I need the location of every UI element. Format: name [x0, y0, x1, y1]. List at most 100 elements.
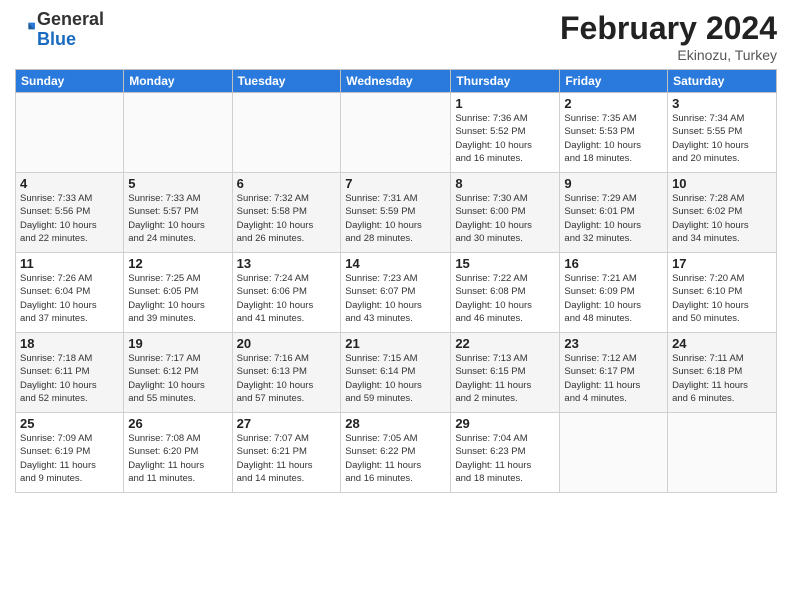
day-number: 12 [128, 256, 227, 271]
calendar-cell: 22Sunrise: 7:13 AMSunset: 6:15 PMDayligh… [451, 333, 560, 413]
weekday-header-friday: Friday [560, 70, 668, 93]
day-number: 21 [345, 336, 446, 351]
day-number: 2 [564, 96, 663, 111]
day-number: 13 [237, 256, 337, 271]
day-info: Sunrise: 7:32 AMSunset: 5:58 PMDaylight:… [237, 192, 337, 245]
day-number: 24 [672, 336, 772, 351]
week-row-1: 1Sunrise: 7:36 AMSunset: 5:52 PMDaylight… [16, 93, 777, 173]
day-info: Sunrise: 7:22 AMSunset: 6:08 PMDaylight:… [455, 272, 555, 325]
calendar-cell: 5Sunrise: 7:33 AMSunset: 5:57 PMDaylight… [124, 173, 232, 253]
day-info: Sunrise: 7:15 AMSunset: 6:14 PMDaylight:… [345, 352, 446, 405]
calendar-cell: 8Sunrise: 7:30 AMSunset: 6:00 PMDaylight… [451, 173, 560, 253]
calendar-cell: 21Sunrise: 7:15 AMSunset: 6:14 PMDayligh… [341, 333, 451, 413]
day-info: Sunrise: 7:20 AMSunset: 6:10 PMDaylight:… [672, 272, 772, 325]
week-row-5: 25Sunrise: 7:09 AMSunset: 6:19 PMDayligh… [16, 413, 777, 493]
calendar-cell: 9Sunrise: 7:29 AMSunset: 6:01 PMDaylight… [560, 173, 668, 253]
weekday-header-monday: Monday [124, 70, 232, 93]
calendar-cell: 29Sunrise: 7:04 AMSunset: 6:23 PMDayligh… [451, 413, 560, 493]
logo-general: General [37, 9, 104, 29]
day-number: 27 [237, 416, 337, 431]
calendar-cell: 2Sunrise: 7:35 AMSunset: 5:53 PMDaylight… [560, 93, 668, 173]
calendar-cell [668, 413, 777, 493]
day-number: 25 [20, 416, 119, 431]
calendar-cell: 17Sunrise: 7:20 AMSunset: 6:10 PMDayligh… [668, 253, 777, 333]
calendar-cell: 25Sunrise: 7:09 AMSunset: 6:19 PMDayligh… [16, 413, 124, 493]
calendar-cell: 20Sunrise: 7:16 AMSunset: 6:13 PMDayligh… [232, 333, 341, 413]
day-info: Sunrise: 7:09 AMSunset: 6:19 PMDaylight:… [20, 432, 119, 485]
day-info: Sunrise: 7:17 AMSunset: 6:12 PMDaylight:… [128, 352, 227, 405]
day-number: 28 [345, 416, 446, 431]
week-row-4: 18Sunrise: 7:18 AMSunset: 6:11 PMDayligh… [16, 333, 777, 413]
weekday-header-row: SundayMondayTuesdayWednesdayThursdayFrid… [16, 70, 777, 93]
day-number: 4 [20, 176, 119, 191]
calendar-cell: 27Sunrise: 7:07 AMSunset: 6:21 PMDayligh… [232, 413, 341, 493]
day-number: 14 [345, 256, 446, 271]
day-info: Sunrise: 7:31 AMSunset: 5:59 PMDaylight:… [345, 192, 446, 245]
day-info: Sunrise: 7:07 AMSunset: 6:21 PMDaylight:… [237, 432, 337, 485]
day-number: 1 [455, 96, 555, 111]
logo-icon [15, 20, 35, 40]
day-number: 20 [237, 336, 337, 351]
day-info: Sunrise: 7:26 AMSunset: 6:04 PMDaylight:… [20, 272, 119, 325]
calendar-cell: 1Sunrise: 7:36 AMSunset: 5:52 PMDaylight… [451, 93, 560, 173]
weekday-header-thursday: Thursday [451, 70, 560, 93]
day-number: 9 [564, 176, 663, 191]
month-title: February 2024 [560, 10, 777, 47]
day-info: Sunrise: 7:24 AMSunset: 6:06 PMDaylight:… [237, 272, 337, 325]
day-info: Sunrise: 7:23 AMSunset: 6:07 PMDaylight:… [345, 272, 446, 325]
day-number: 22 [455, 336, 555, 351]
calendar-cell: 12Sunrise: 7:25 AMSunset: 6:05 PMDayligh… [124, 253, 232, 333]
calendar-table: SundayMondayTuesdayWednesdayThursdayFrid… [15, 69, 777, 493]
calendar-cell: 15Sunrise: 7:22 AMSunset: 6:08 PMDayligh… [451, 253, 560, 333]
day-number: 8 [455, 176, 555, 191]
day-info: Sunrise: 7:13 AMSunset: 6:15 PMDaylight:… [455, 352, 555, 405]
calendar-cell: 28Sunrise: 7:05 AMSunset: 6:22 PMDayligh… [341, 413, 451, 493]
day-number: 7 [345, 176, 446, 191]
calendar-cell: 24Sunrise: 7:11 AMSunset: 6:18 PMDayligh… [668, 333, 777, 413]
calendar-cell: 3Sunrise: 7:34 AMSunset: 5:55 PMDaylight… [668, 93, 777, 173]
week-row-3: 11Sunrise: 7:26 AMSunset: 6:04 PMDayligh… [16, 253, 777, 333]
page: General Blue February 2024 Ekinozu, Turk… [0, 0, 792, 503]
weekday-header-saturday: Saturday [668, 70, 777, 93]
day-number: 18 [20, 336, 119, 351]
day-number: 11 [20, 256, 119, 271]
day-info: Sunrise: 7:11 AMSunset: 6:18 PMDaylight:… [672, 352, 772, 405]
calendar-cell: 26Sunrise: 7:08 AMSunset: 6:20 PMDayligh… [124, 413, 232, 493]
day-number: 23 [564, 336, 663, 351]
day-info: Sunrise: 7:33 AMSunset: 5:56 PMDaylight:… [20, 192, 119, 245]
calendar-cell [560, 413, 668, 493]
calendar-cell: 23Sunrise: 7:12 AMSunset: 6:17 PMDayligh… [560, 333, 668, 413]
day-number: 6 [237, 176, 337, 191]
day-info: Sunrise: 7:21 AMSunset: 6:09 PMDaylight:… [564, 272, 663, 325]
calendar-cell: 11Sunrise: 7:26 AMSunset: 6:04 PMDayligh… [16, 253, 124, 333]
calendar-cell: 6Sunrise: 7:32 AMSunset: 5:58 PMDaylight… [232, 173, 341, 253]
day-number: 16 [564, 256, 663, 271]
calendar-cell: 14Sunrise: 7:23 AMSunset: 6:07 PMDayligh… [341, 253, 451, 333]
header: General Blue February 2024 Ekinozu, Turk… [15, 10, 777, 63]
weekday-header-sunday: Sunday [16, 70, 124, 93]
calendar-cell: 4Sunrise: 7:33 AMSunset: 5:56 PMDaylight… [16, 173, 124, 253]
day-info: Sunrise: 7:12 AMSunset: 6:17 PMDaylight:… [564, 352, 663, 405]
weekday-header-tuesday: Tuesday [232, 70, 341, 93]
day-info: Sunrise: 7:36 AMSunset: 5:52 PMDaylight:… [455, 112, 555, 165]
day-info: Sunrise: 7:18 AMSunset: 6:11 PMDaylight:… [20, 352, 119, 405]
subtitle: Ekinozu, Turkey [560, 47, 777, 63]
logo: General Blue [15, 10, 104, 50]
day-info: Sunrise: 7:33 AMSunset: 5:57 PMDaylight:… [128, 192, 227, 245]
day-info: Sunrise: 7:29 AMSunset: 6:01 PMDaylight:… [564, 192, 663, 245]
day-info: Sunrise: 7:30 AMSunset: 6:00 PMDaylight:… [455, 192, 555, 245]
logo-blue: Blue [37, 29, 76, 49]
day-info: Sunrise: 7:35 AMSunset: 5:53 PMDaylight:… [564, 112, 663, 165]
day-info: Sunrise: 7:34 AMSunset: 5:55 PMDaylight:… [672, 112, 772, 165]
day-number: 5 [128, 176, 227, 191]
day-number: 19 [128, 336, 227, 351]
calendar-cell: 19Sunrise: 7:17 AMSunset: 6:12 PMDayligh… [124, 333, 232, 413]
weekday-header-wednesday: Wednesday [341, 70, 451, 93]
calendar-cell [341, 93, 451, 173]
day-info: Sunrise: 7:05 AMSunset: 6:22 PMDaylight:… [345, 432, 446, 485]
day-number: 29 [455, 416, 555, 431]
day-info: Sunrise: 7:04 AMSunset: 6:23 PMDaylight:… [455, 432, 555, 485]
day-number: 17 [672, 256, 772, 271]
day-number: 26 [128, 416, 227, 431]
calendar-cell [124, 93, 232, 173]
